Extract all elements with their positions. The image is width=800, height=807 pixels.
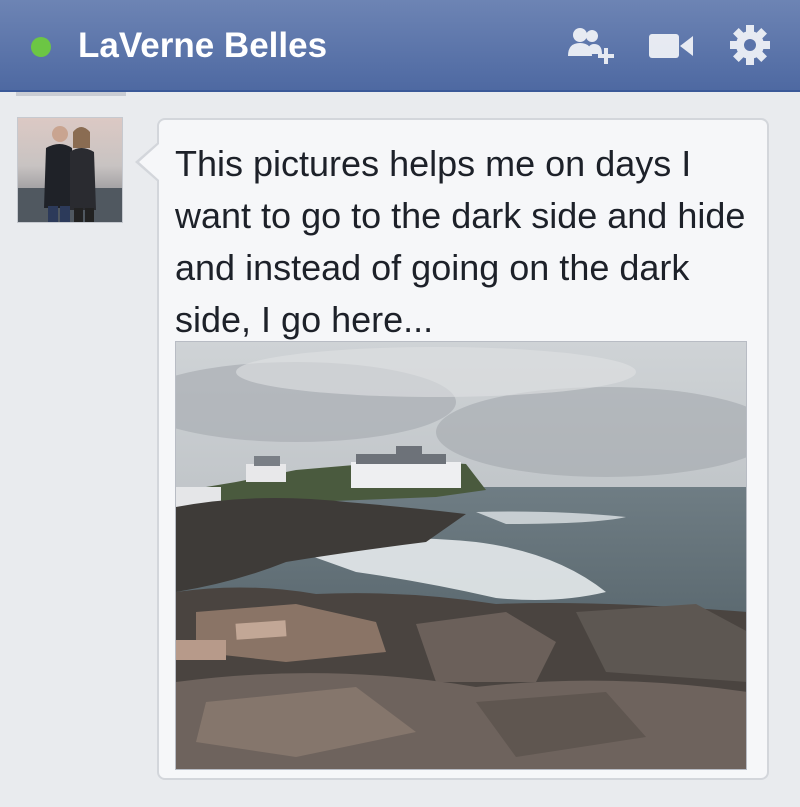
gear-icon[interactable] [729,24,771,66]
video-call-icon[interactable] [649,32,695,60]
contact-name[interactable]: LaVerne Belles [78,26,327,66]
online-status-indicator [31,37,51,57]
separator [16,92,126,96]
add-friend-icon[interactable] [566,26,618,66]
message-text: This pictures helps me on days I want to… [175,143,746,340]
avatar[interactable] [17,117,123,223]
chat-header: LaVerne Belles [0,0,800,92]
message-photo[interactable] [175,341,747,770]
bubble-tail-inner [139,144,159,180]
